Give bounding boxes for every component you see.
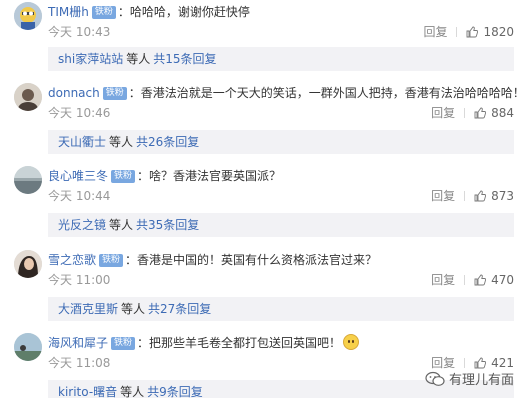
reply-summary[interactable]: 光反之镜 等人 共35条回复 <box>48 213 514 237</box>
reply-summary-user[interactable]: kirito-曙音 <box>58 385 117 398</box>
like-button[interactable]: 873 <box>474 189 514 203</box>
comment-username[interactable]: donnach <box>48 86 100 100</box>
like-count: 421 <box>491 356 514 370</box>
cute-face-emoji-icon <box>343 334 360 350</box>
like-count: 884 <box>491 106 514 120</box>
avatar[interactable] <box>14 250 42 278</box>
reply-summary-etc: 等人 <box>126 52 151 66</box>
comment-colon: ： <box>128 86 141 100</box>
comment-meta: 今天 10:44 回复 873 <box>48 187 514 205</box>
like-button[interactable]: 421 <box>474 356 514 370</box>
reply-summary-user[interactable]: 天山衢士 <box>58 135 106 149</box>
reply-summary-count[interactable]: 共9条回复 <box>147 385 203 398</box>
comment-actions: 回复 470 <box>431 271 514 289</box>
fan-badge: 铁粉 <box>111 337 136 350</box>
like-count: 1820 <box>483 25 514 39</box>
comment-colon: ： <box>125 253 138 267</box>
comment-time: 今天 11:00 <box>48 273 111 287</box>
thumbs-up-icon <box>474 274 487 286</box>
fan-badge: 铁粉 <box>99 254 124 267</box>
thumbs-up-icon <box>474 190 487 202</box>
watermark-text: 有理儿有面 <box>448 373 514 388</box>
watermark: 有理儿有面 <box>425 370 514 392</box>
comment-username[interactable]: 雪之恋歌 <box>48 253 96 267</box>
wechat-logo-icon <box>425 371 445 387</box>
reply-summary-etc: 等人 <box>121 302 146 316</box>
reply-button[interactable]: 回复 <box>431 106 455 120</box>
comment-username[interactable]: 良心唯三冬 <box>48 169 108 183</box>
reply-button[interactable]: 回复 <box>431 189 455 203</box>
comment-text: 啥？香港法官要英国派？ <box>149 169 282 183</box>
comment-time: 今天 10:46 <box>48 106 111 120</box>
comment-meta: 今天 10:46 回复 884 <box>48 104 514 122</box>
comment-header: 良心唯三冬 铁粉 ：啥？香港法官要英国派？ <box>48 167 281 185</box>
comment-text: 哈哈哈，谢谢你赶快停 <box>129 5 250 19</box>
reply-summary-etc: 等人 <box>120 385 145 398</box>
reply-summary-user[interactable]: 大酒克里斯 <box>58 302 118 316</box>
thumbs-up-icon <box>466 26 479 38</box>
divider <box>464 108 466 118</box>
comment-colon: ： <box>137 336 150 350</box>
reply-summary-count[interactable]: 共27条回复 <box>148 302 211 316</box>
comment-actions: 回复 884 <box>431 104 514 122</box>
comment-header: 雪之恋歌 铁粉 ：香港是中国的！英国有什么资格派法官过来？ <box>48 251 377 269</box>
reply-summary-user[interactable]: shi家萍站站 <box>58 52 123 66</box>
reply-summary-count[interactable]: 共15条回复 <box>153 52 216 66</box>
comment-colon: ： <box>137 169 150 183</box>
avatar[interactable] <box>14 2 42 30</box>
like-button[interactable]: 1820 <box>466 25 514 39</box>
like-button[interactable]: 884 <box>474 106 514 120</box>
comment-text: 香港是中国的！英国有什么资格派法官过来？ <box>137 253 378 267</box>
comment-text: 香港法治就是一个天大的笑话，一群外国人把持，香港有法治哈哈哈哈！ <box>140 86 520 100</box>
reply-summary[interactable]: 大酒克里斯 等人 共27条回复 <box>48 297 514 321</box>
comment-header: donnach 铁粉 ：香港法治就是一个天大的笑话，一群外国人把持，香港有法治哈哈哈… <box>48 84 520 102</box>
reply-summary[interactable]: shi家萍站站 等人 共15条回复 <box>48 47 514 71</box>
like-count: 470 <box>491 273 514 287</box>
like-button[interactable]: 470 <box>474 273 514 287</box>
comment-username[interactable]: TIM栅h <box>48 5 89 19</box>
comment-header: 海风和犀子 铁粉 ：把那些羊毛卷全都打包送回英国吧！ <box>48 334 360 352</box>
thumbs-up-icon <box>474 107 487 119</box>
divider <box>464 275 466 285</box>
comment-text: 把那些羊毛卷全都打包送回英国吧！ <box>149 336 342 350</box>
reply-summary-count[interactable]: 共26条回复 <box>136 135 199 149</box>
reply-button[interactable]: 回复 <box>431 273 455 287</box>
divider <box>464 191 466 201</box>
reply-button[interactable]: 回复 <box>423 25 447 39</box>
reply-summary-etc: 等人 <box>109 218 134 232</box>
comment-meta: 今天 11:00 回复 470 <box>48 271 514 289</box>
reply-summary-etc: 等人 <box>109 135 134 149</box>
comment-header: TIM栅h 铁粉 ：哈哈哈，谢谢你赶快停 <box>48 3 250 21</box>
comment-time: 今天 11:08 <box>48 356 111 370</box>
comment-time: 今天 10:44 <box>48 189 111 203</box>
fan-badge: 铁粉 <box>111 170 136 183</box>
avatar[interactable] <box>14 333 42 361</box>
avatar[interactable] <box>14 166 42 194</box>
reply-summary-user[interactable]: 光反之镜 <box>58 218 106 232</box>
divider <box>464 358 466 368</box>
comment-actions: 回复 1820 <box>423 23 514 41</box>
thumbs-up-icon <box>474 357 487 369</box>
fan-badge: 铁粉 <box>91 6 116 19</box>
comment-username[interactable]: 海风和犀子 <box>48 336 108 350</box>
reply-button[interactable]: 回复 <box>431 356 455 370</box>
comment-meta: 今天 10:43 回复 1820 <box>48 23 514 41</box>
reply-summary-count[interactable]: 共35条回复 <box>136 218 199 232</box>
fan-badge: 铁粉 <box>102 87 127 100</box>
reply-summary[interactable]: 天山衢士 等人 共26条回复 <box>48 130 514 154</box>
like-count: 873 <box>491 189 514 203</box>
comment-time: 今天 10:43 <box>48 25 111 39</box>
divider <box>456 27 458 37</box>
comment-actions: 回复 873 <box>431 187 514 205</box>
avatar[interactable] <box>14 83 42 111</box>
comment-colon: ： <box>117 5 130 19</box>
